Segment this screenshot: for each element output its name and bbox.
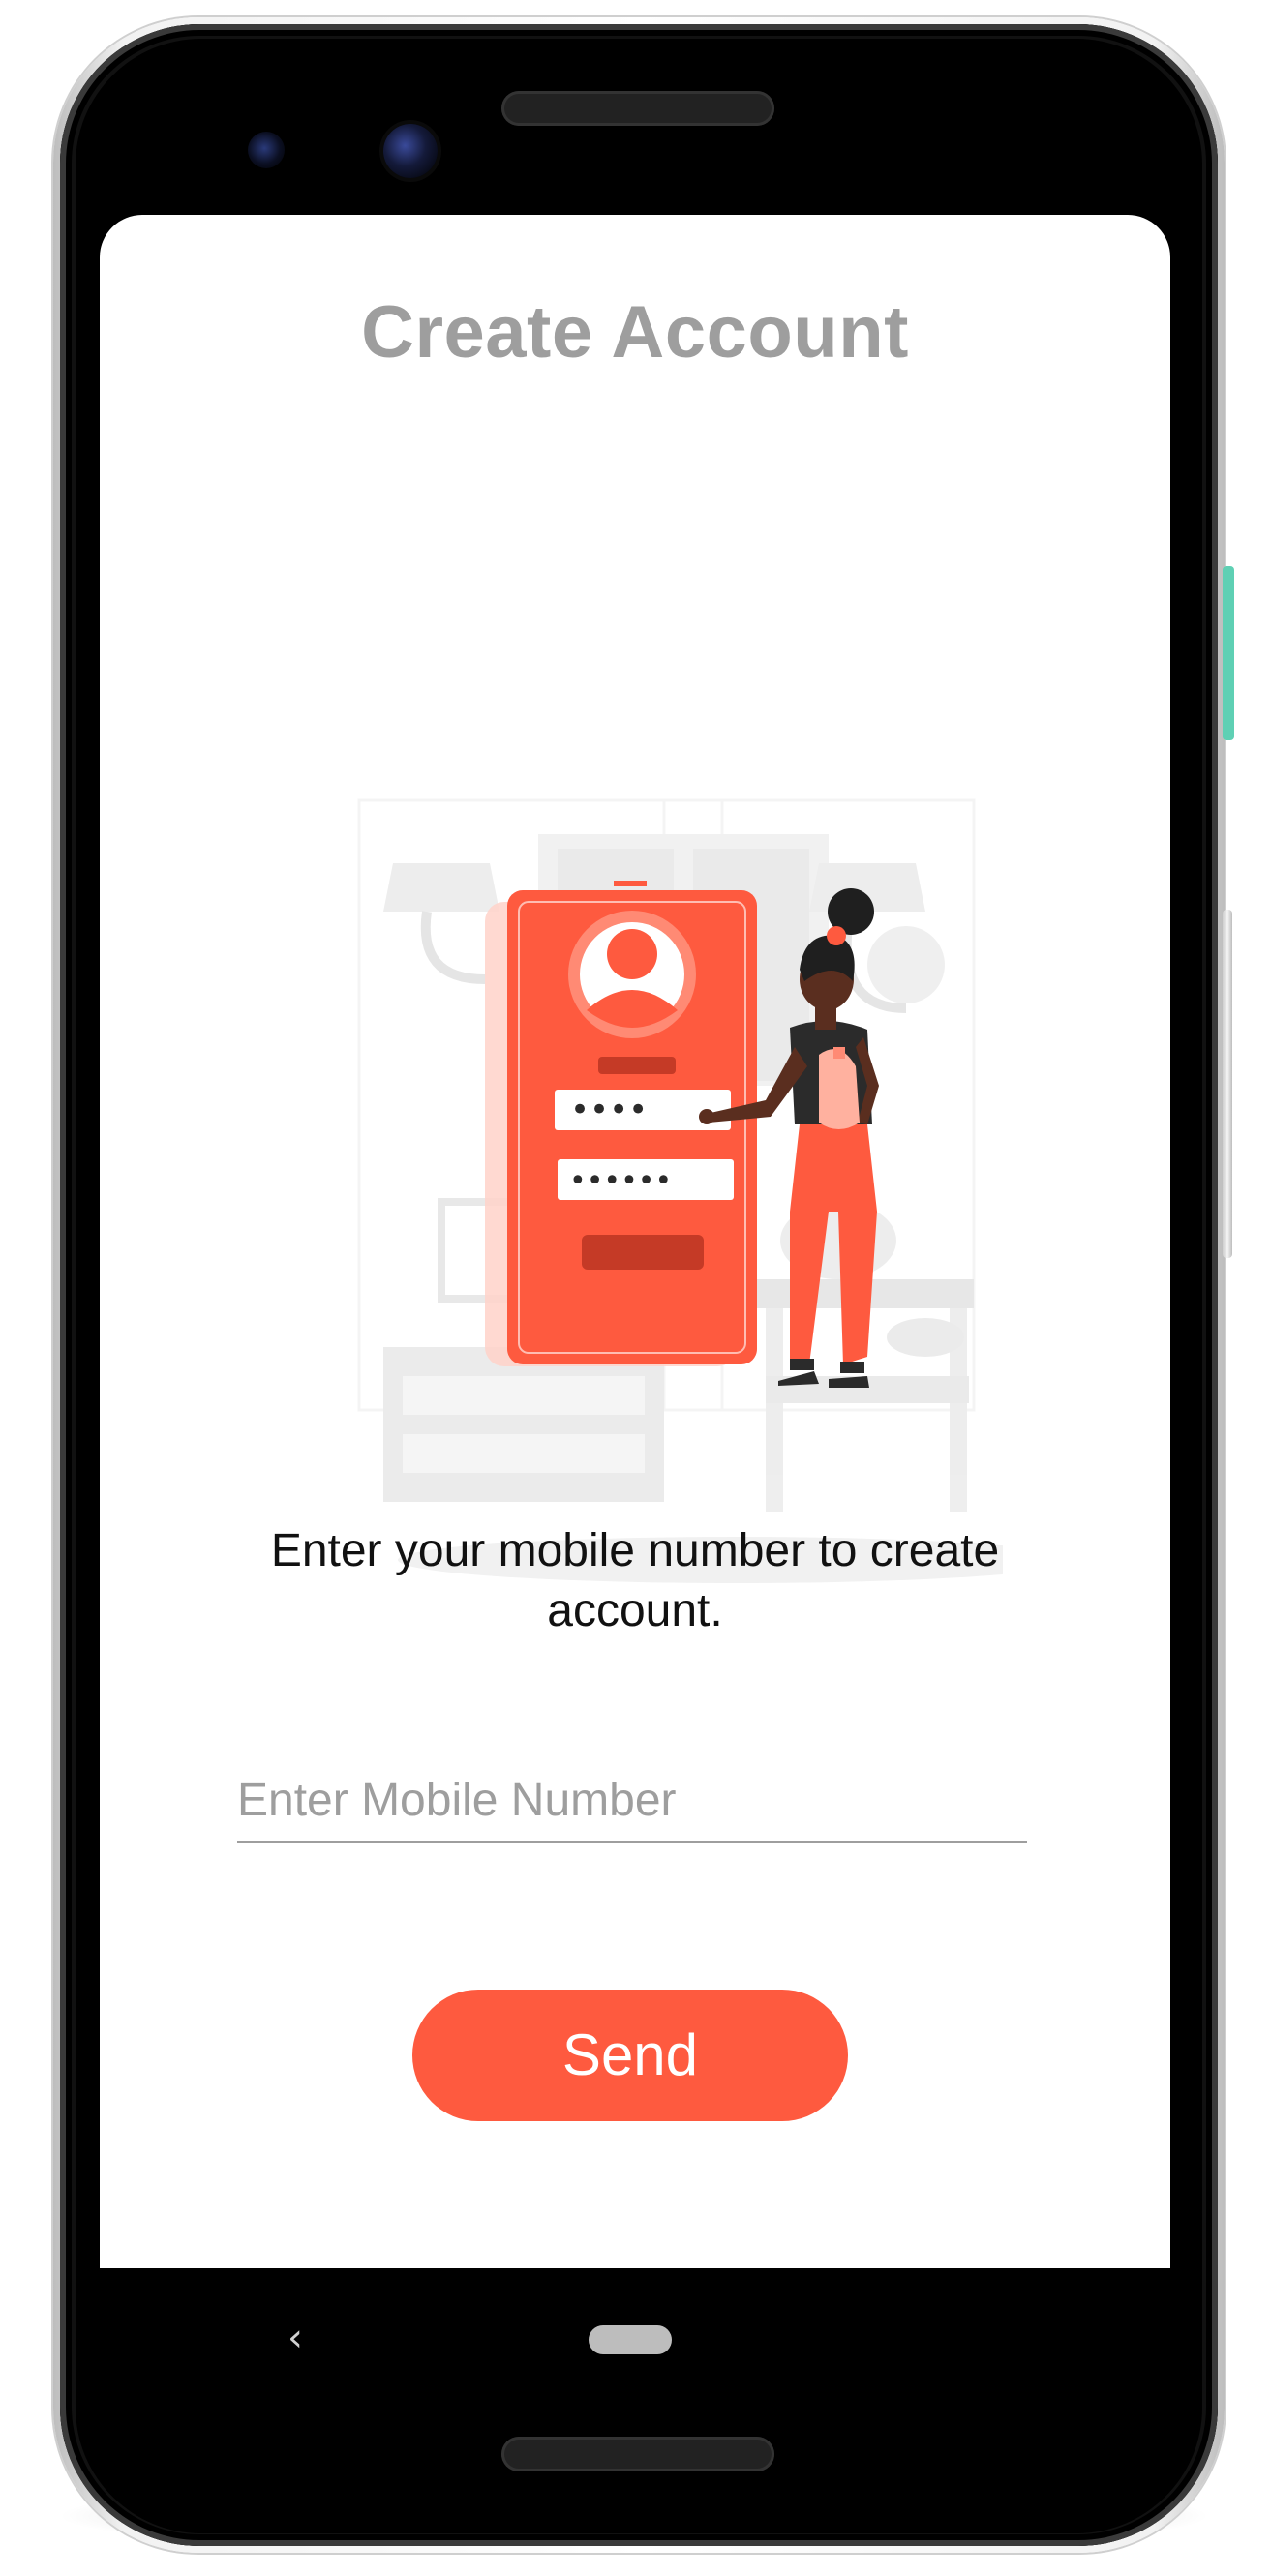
volume-button (1223, 910, 1232, 1258)
instruction-text: Enter your mobile number to create accou… (270, 1525, 1000, 1636)
front-camera-icon (383, 124, 438, 178)
mobile-number-input[interactable] (237, 1763, 1027, 1837)
user-avatar-icon (568, 911, 696, 1038)
pin-dots: •••• (570, 1091, 648, 1129)
app-screen: Create Account •••• •••••• Enter your mo… (100, 215, 1170, 2268)
send-button[interactable]: Send (412, 1990, 848, 2121)
home-pill-icon[interactable] (589, 2325, 672, 2354)
page-title: Create Account (361, 291, 909, 374)
power-button (1223, 566, 1234, 740)
bottom-speaker (501, 2437, 774, 2471)
back-icon[interactable]: ‹ (276, 2319, 315, 2357)
front-sensor-icon (248, 132, 285, 168)
password-dots: •••••• (569, 1164, 672, 1198)
top-speaker (501, 91, 774, 126)
signup-illustration: •••• •••••• (357, 798, 1003, 1583)
mobile-number-field (237, 1763, 1027, 1843)
